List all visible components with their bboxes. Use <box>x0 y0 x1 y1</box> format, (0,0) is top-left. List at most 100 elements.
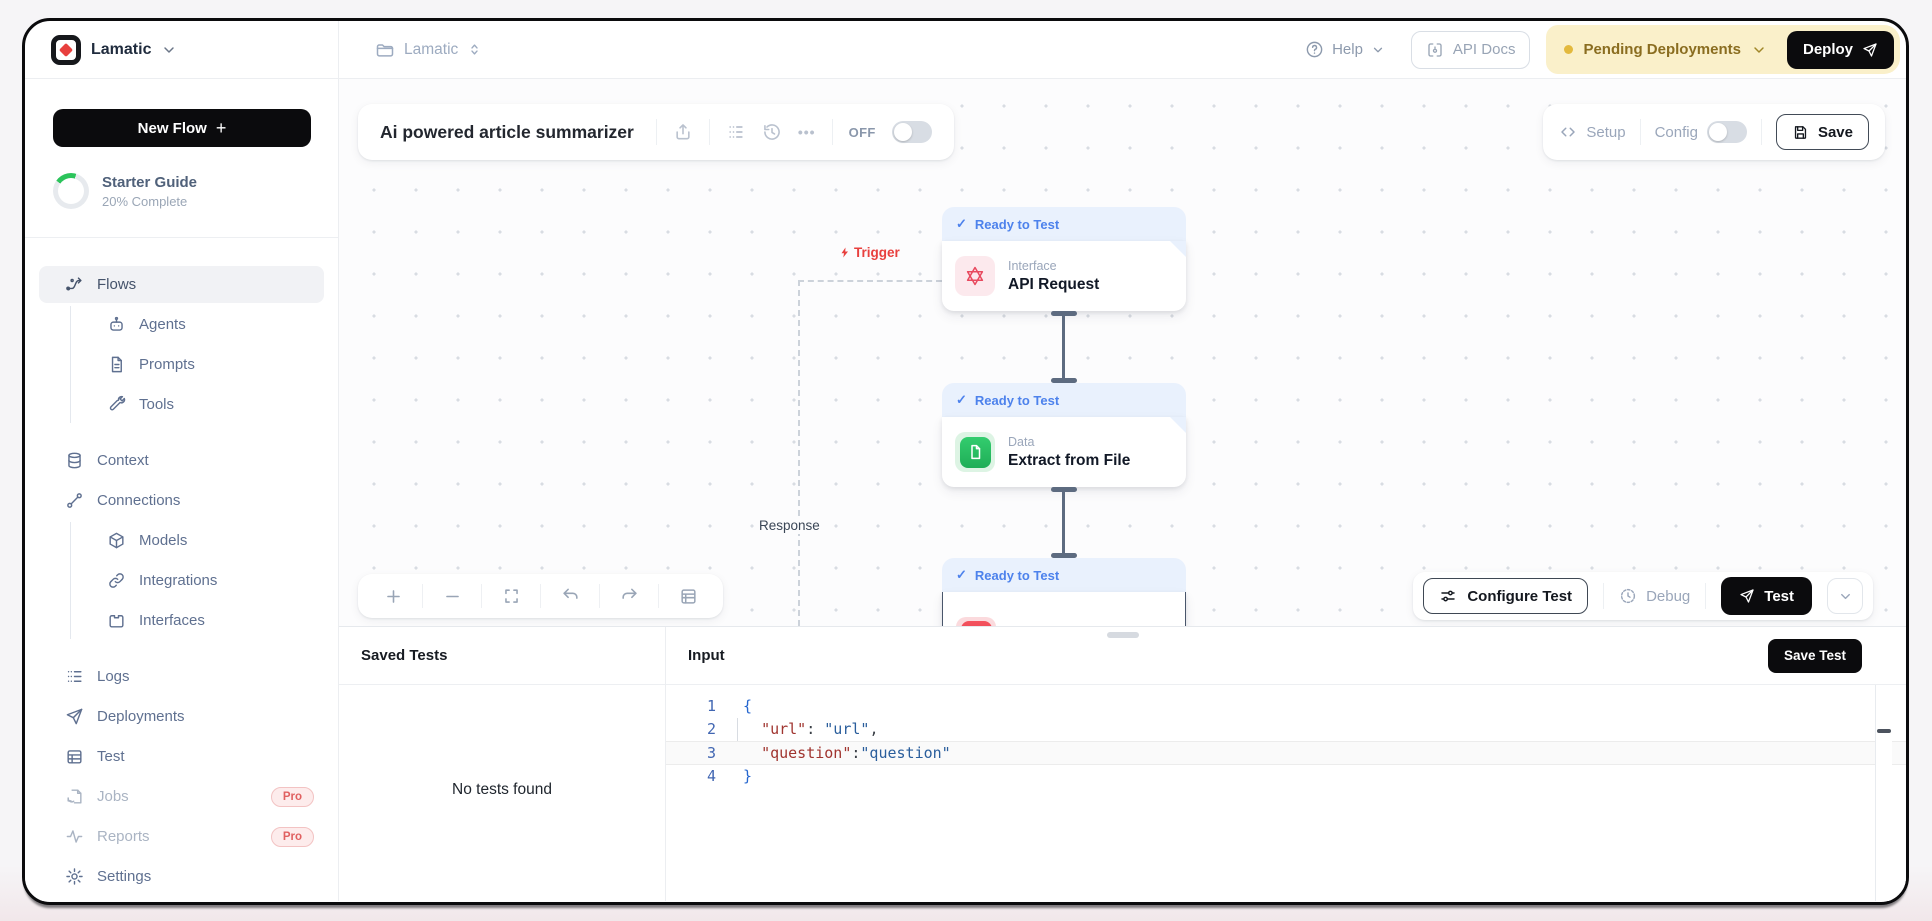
code-token <box>743 720 761 738</box>
sidebar-item-test[interactable]: Test <box>39 738 324 775</box>
scrollbar-thumb[interactable] <box>1877 729 1891 733</box>
editor-scrollbar[interactable] <box>1875 685 1892 901</box>
zoom-in-button[interactable] <box>364 574 422 618</box>
database-icon <box>65 451 84 470</box>
code-token: "question" <box>761 744 851 762</box>
panel-drag-handle[interactable] <box>1107 632 1139 638</box>
code-line[interactable]: 3 "question":"question" <box>666 741 1906 765</box>
pro-badge: Pro <box>271 827 314 847</box>
notes-table-icon[interactable] <box>659 574 717 618</box>
test-button[interactable]: Test <box>1721 577 1812 615</box>
pending-dot-icon <box>1564 45 1573 54</box>
sidebar-item-integrations[interactable]: Integrations <box>71 562 324 599</box>
sidebar-item-agents[interactable]: Agents <box>71 306 324 343</box>
check-icon: ✓ <box>956 216 967 232</box>
flow-toolbar: Ai powered article summarizer ••• OFF <box>358 104 954 160</box>
chevron-down-icon <box>1371 43 1385 57</box>
fit-view-button[interactable] <box>482 574 540 618</box>
sidebar-item-label: Test <box>97 748 125 765</box>
sidebar-item-jobs[interactable]: Jobs Pro <box>39 778 324 815</box>
robot-icon <box>107 315 126 334</box>
sidebar-item-tools[interactable]: Tools <box>71 386 324 423</box>
sidebar: New Flow + Starter Guide 20% Complete Fl… <box>25 79 339 901</box>
save-button[interactable]: Save <box>1776 114 1869 150</box>
sidebar-item-interfaces[interactable]: Interfaces <box>71 602 324 639</box>
new-flow-button[interactable]: New Flow + <box>53 109 311 147</box>
api-docs-button[interactable]: API Docs <box>1411 31 1531 69</box>
node-status-bar: ✓ Ready to Test <box>942 383 1186 417</box>
floppy-icon <box>1792 124 1809 141</box>
history-icon[interactable] <box>762 122 782 142</box>
code-token: : <box>806 720 824 738</box>
code-line[interactable]: 1{ <box>666 694 1906 718</box>
zoom-out-button[interactable] <box>423 574 481 618</box>
sidebar-item-label: Integrations <box>139 572 217 589</box>
redo-button[interactable] <box>600 574 658 618</box>
folder-icon <box>375 40 395 60</box>
sidebar-item-deployments[interactable]: Deployments <box>39 698 324 735</box>
code-line[interactable]: 2 "url": "url", <box>666 718 1906 742</box>
node-extract-from-file[interactable]: ✓ Ready to Test Data Extract from File <box>942 383 1186 487</box>
grid-list-icon[interactable] <box>726 122 746 142</box>
pending-deployments-dropdown[interactable] <box>1751 42 1767 58</box>
link-loop-icon <box>107 571 126 590</box>
connector <box>1062 315 1065 379</box>
check-icon: ✓ <box>956 567 967 583</box>
node-api-request[interactable]: ✓ Ready to Test Interface API Request <box>942 207 1186 311</box>
code-token: "url" <box>761 720 806 738</box>
sidebar-item-models[interactable]: Models <box>71 522 324 559</box>
sidebar-item-logs[interactable]: Logs <box>39 658 324 695</box>
sidebar-item-label: Deployments <box>97 708 185 725</box>
json-input-editor[interactable]: 1{2 "url": "url",3 "question":"question"… <box>666 685 1906 901</box>
chevron-down-icon[interactable] <box>161 42 177 58</box>
sidebar-item-label: Flows <box>97 276 136 293</box>
no-tests-message: No tests found <box>339 685 665 901</box>
select-updown-icon <box>467 42 482 57</box>
pro-badge: Pro <box>271 787 314 807</box>
file-icon <box>955 432 995 472</box>
starter-guide[interactable]: Starter Guide 20% Complete <box>53 169 310 213</box>
help-menu[interactable]: Help <box>1305 40 1385 59</box>
flows-icon <box>65 275 84 294</box>
line-number: 4 <box>666 767 716 785</box>
breadcrumb-label: Lamatic <box>404 41 458 59</box>
test-options-button[interactable] <box>1827 578 1863 614</box>
jobs-icon <box>65 787 84 806</box>
node-status-label: Ready to Test <box>975 568 1059 583</box>
starter-guide-progress: 20% Complete <box>102 194 197 209</box>
code-line[interactable]: 4} <box>666 765 1906 789</box>
flow-canvas[interactable]: Trigger Response ✓ Ready to Test <box>339 79 1906 626</box>
node-ai[interactable]: ✓ Ready to Test AI <box>942 558 1186 626</box>
sidebar-item-context[interactable]: Context <box>39 442 324 479</box>
code-token: } <box>743 767 752 785</box>
debug-button[interactable]: Debug <box>1619 587 1690 605</box>
node-status-label: Ready to Test <box>975 393 1059 408</box>
sidebar-item-settings[interactable]: Settings <box>39 858 324 895</box>
more-options-icon[interactable]: ••• <box>798 124 816 140</box>
folded-corner <box>1170 417 1186 433</box>
share-icon[interactable] <box>673 122 693 142</box>
deploy-button[interactable]: Deploy <box>1787 31 1894 69</box>
main-header: Lamatic Help API Docs Pending Deployment… <box>339 21 1906 78</box>
node-status-bar: ✓ Ready to Test <box>942 207 1186 241</box>
config-toggle[interactable] <box>1707 121 1747 143</box>
workspace-switcher[interactable]: Lamatic <box>25 21 339 78</box>
code-token: { <box>743 697 752 715</box>
breadcrumb[interactable]: Lamatic <box>375 40 482 60</box>
setup-button[interactable]: Setup <box>1559 123 1625 141</box>
flow-enable-toggle[interactable] <box>892 121 932 143</box>
sidebar-item-connections[interactable]: Connections <box>39 482 324 519</box>
sidebar-item-prompts[interactable]: Prompts <box>71 346 324 383</box>
sidebar-item-flows[interactable]: Flows <box>39 266 324 303</box>
save-test-button[interactable]: Save Test <box>1768 639 1862 673</box>
undo-button[interactable] <box>541 574 599 618</box>
node-status-bar: ✓ Ready to Test <box>942 558 1186 592</box>
configure-test-button[interactable]: Configure Test <box>1423 578 1588 614</box>
code-token: "url" <box>824 720 869 738</box>
line-number: 1 <box>666 697 716 715</box>
check-icon: ✓ <box>956 392 967 408</box>
send-icon <box>1862 42 1878 58</box>
help-icon <box>1305 40 1324 59</box>
test-toolbar: Configure Test Debug Test <box>1413 572 1873 620</box>
sidebar-item-reports[interactable]: Reports Pro <box>39 818 324 855</box>
